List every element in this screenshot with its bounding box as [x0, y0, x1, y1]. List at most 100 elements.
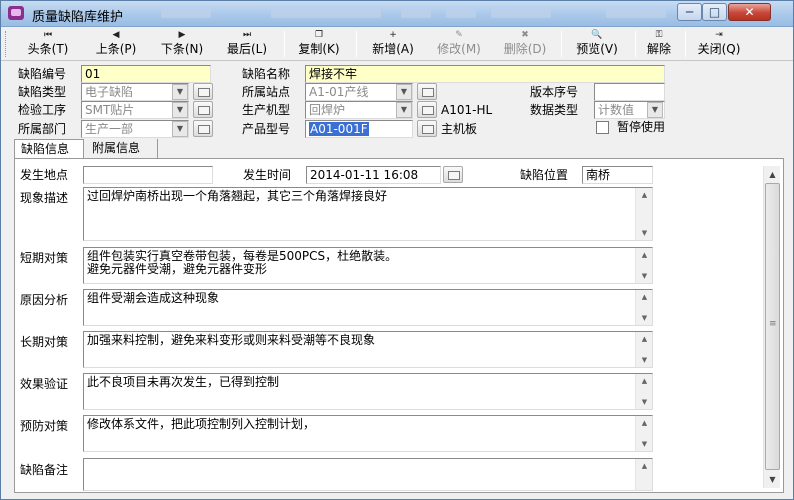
- location-field[interactable]: [83, 166, 213, 184]
- scroll-up-icon[interactable]: ▲: [636, 416, 652, 430]
- prev-record-button[interactable]: ◀ 上条(P): [86, 29, 146, 59]
- preview-button[interactable]: 🔍 预览(V): [566, 29, 628, 59]
- last-record-button[interactable]: ⏭ 最后(L): [217, 29, 277, 59]
- defect-no-field[interactable]: 01: [81, 65, 211, 83]
- machine-lookup-button[interactable]: [417, 101, 437, 118]
- scroll-down-icon[interactable]: ▼: [764, 471, 781, 488]
- title-bar-blur: [606, 9, 666, 18]
- verify-text: 此不良项目未再次发生，已得到控制: [87, 375, 280, 389]
- scroll-down-icon[interactable]: ▼: [636, 226, 652, 240]
- minimize-icon: ─: [685, 5, 694, 19]
- last-record-label: 最后(L): [226, 42, 268, 56]
- edit-label: 修改(M): [437, 42, 481, 56]
- scroll-down-icon[interactable]: ▼: [636, 437, 652, 451]
- long-term-textarea[interactable]: 加强来料控制，避免来料变形或则来料受潮等不良现象 ▲ ▼: [83, 331, 653, 368]
- remark-scrollbar[interactable]: ▲: [635, 459, 652, 490]
- scroll-up-icon[interactable]: ▲: [636, 459, 652, 473]
- delete-button[interactable]: ✖ 删除(D): [494, 29, 556, 59]
- short-term-scrollbar[interactable]: ▲ ▼: [635, 248, 652, 283]
- calendar-button[interactable]: [443, 166, 463, 183]
- first-record-icon: ⏮: [43, 30, 53, 40]
- toolbar-separator: [356, 31, 357, 57]
- chevron-down-icon[interactable]: ▼: [647, 102, 663, 118]
- remark-label: 缺陷备注: [20, 463, 69, 477]
- add-button[interactable]: + 新增(A): [362, 29, 424, 59]
- close-button[interactable]: ⇥ 关闭(Q): [690, 29, 748, 59]
- panel-scrollbar[interactable]: ▲ ≡ ▼: [763, 166, 780, 488]
- defect-type-lookup-button[interactable]: [193, 83, 213, 100]
- inspect-proc-label: 检验工序: [18, 103, 67, 117]
- machine-label: 生产机型: [242, 103, 291, 117]
- time-field[interactable]: 2014-01-11 16:08: [306, 166, 441, 184]
- maximize-button[interactable]: □: [702, 3, 727, 21]
- inspect-proc-lookup-button[interactable]: [193, 101, 213, 118]
- suspend-label: 暂停使用: [617, 120, 666, 134]
- defect-type-label: 缺陷类型: [18, 85, 67, 99]
- suspend-checkbox[interactable]: [596, 121, 609, 134]
- preview-icon: 🔍: [591, 30, 603, 40]
- scroll-up-icon[interactable]: ▲: [636, 188, 652, 202]
- title-bar-blur: [401, 9, 431, 18]
- window-title: 质量缺陷库维护: [32, 10, 124, 25]
- department-lookup-button[interactable]: [193, 120, 213, 137]
- verify-textarea[interactable]: 此不良项目未再次发生，已得到控制 ▲ ▼: [83, 373, 653, 410]
- toolbar: ⏮ 头条(T) ◀ 上条(P) ▶ 下条(N) ⏭ 最后(L) ❐ 复制(K) …: [1, 27, 793, 61]
- station-lookup-button[interactable]: [417, 83, 437, 100]
- prevent-scrollbar[interactable]: ▲ ▼: [635, 416, 652, 451]
- tab-defect-info[interactable]: 缺陷信息: [14, 139, 84, 159]
- product-model-field[interactable]: A01-001F: [305, 120, 413, 138]
- chevron-down-icon[interactable]: ▼: [396, 84, 412, 100]
- location-label: 发生地点: [20, 168, 69, 182]
- station-label: 所属站点: [242, 85, 291, 99]
- tab-attach-info[interactable]: 附属信息: [86, 139, 158, 159]
- time-label: 发生时间: [243, 168, 292, 182]
- close-window-button[interactable]: ✕: [728, 3, 771, 21]
- chevron-down-icon[interactable]: ▼: [172, 84, 188, 100]
- first-record-button[interactable]: ⏮ 头条(T): [19, 29, 77, 59]
- minimize-button[interactable]: ─: [677, 3, 702, 21]
- scroll-down-icon[interactable]: ▼: [636, 395, 652, 409]
- last-record-icon: ⏭: [242, 30, 252, 40]
- scroll-up-icon[interactable]: ▲: [636, 290, 652, 304]
- phenomenon-text: 过回焊炉南桥出现一个角落翘起，其它三个角落焊接良好: [87, 189, 388, 203]
- prevent-text: 修改体系文件，把此项控制列入控制计划，: [87, 417, 316, 431]
- position-label: 缺陷位置: [520, 168, 569, 182]
- title-bar-blur: [446, 9, 476, 18]
- chevron-down-icon[interactable]: ▼: [172, 102, 188, 118]
- position-field[interactable]: 南桥: [582, 166, 653, 184]
- next-record-button[interactable]: ▶ 下条(N): [152, 29, 212, 59]
- remark-textarea[interactable]: ▲: [83, 458, 653, 491]
- chevron-down-icon[interactable]: ▼: [172, 121, 188, 137]
- cause-textarea[interactable]: 组件受潮会造成这种现象 ▲ ▼: [83, 289, 653, 326]
- main-window: 质量缺陷库维护 ─ □ ✕ ⏮ 头条(T) ◀ 上条(P) ▶ 下条(N) ⏭ …: [0, 0, 794, 500]
- defect-name-field[interactable]: 焊接不牢: [305, 65, 665, 83]
- version-no-field[interactable]: [594, 83, 665, 101]
- chevron-down-icon[interactable]: ▼: [396, 102, 412, 118]
- prevent-textarea[interactable]: 修改体系文件，把此项控制列入控制计划， ▲ ▼: [83, 415, 653, 452]
- short-term-textarea[interactable]: 组件包装实行真空卷带包装，每卷是500PCS，杜绝散装。 避免元器件受潮，避免元…: [83, 247, 653, 284]
- product-model-lookup-button[interactable]: [417, 120, 437, 137]
- cause-text: 组件受潮会造成这种现象: [87, 291, 220, 305]
- cause-scrollbar[interactable]: ▲ ▼: [635, 290, 652, 325]
- long-term-scrollbar[interactable]: ▲ ▼: [635, 332, 652, 367]
- toolbar-grip[interactable]: [5, 31, 9, 57]
- copy-button[interactable]: ❐ 复制(K): [289, 29, 349, 59]
- edit-button[interactable]: ✎ 修改(M): [428, 29, 490, 59]
- scroll-up-icon[interactable]: ▲: [636, 374, 652, 388]
- scroll-down-icon[interactable]: ▼: [636, 269, 652, 283]
- scroll-down-icon[interactable]: ▼: [636, 311, 652, 325]
- first-record-label: 头条(T): [27, 42, 69, 56]
- scrollbar-thumb[interactable]: ≡: [765, 183, 780, 470]
- title-bar-blur: [271, 9, 381, 18]
- scroll-down-icon[interactable]: ▼: [636, 353, 652, 367]
- phenomenon-textarea[interactable]: 过回焊炉南桥出现一个角落翘起，其它三个角落焊接良好 ▲ ▼: [83, 187, 653, 241]
- scroll-up-icon[interactable]: ▲: [636, 248, 652, 262]
- add-icon: +: [389, 30, 397, 40]
- prevent-label: 预防对策: [20, 419, 69, 433]
- verify-scrollbar[interactable]: ▲ ▼: [635, 374, 652, 409]
- phenomenon-scrollbar[interactable]: ▲ ▼: [635, 188, 652, 240]
- unlock-button[interactable]: ⚿ 解除: [640, 29, 678, 59]
- scroll-up-icon[interactable]: ▲: [764, 166, 781, 183]
- app-icon: [8, 6, 24, 20]
- scroll-up-icon[interactable]: ▲: [636, 332, 652, 346]
